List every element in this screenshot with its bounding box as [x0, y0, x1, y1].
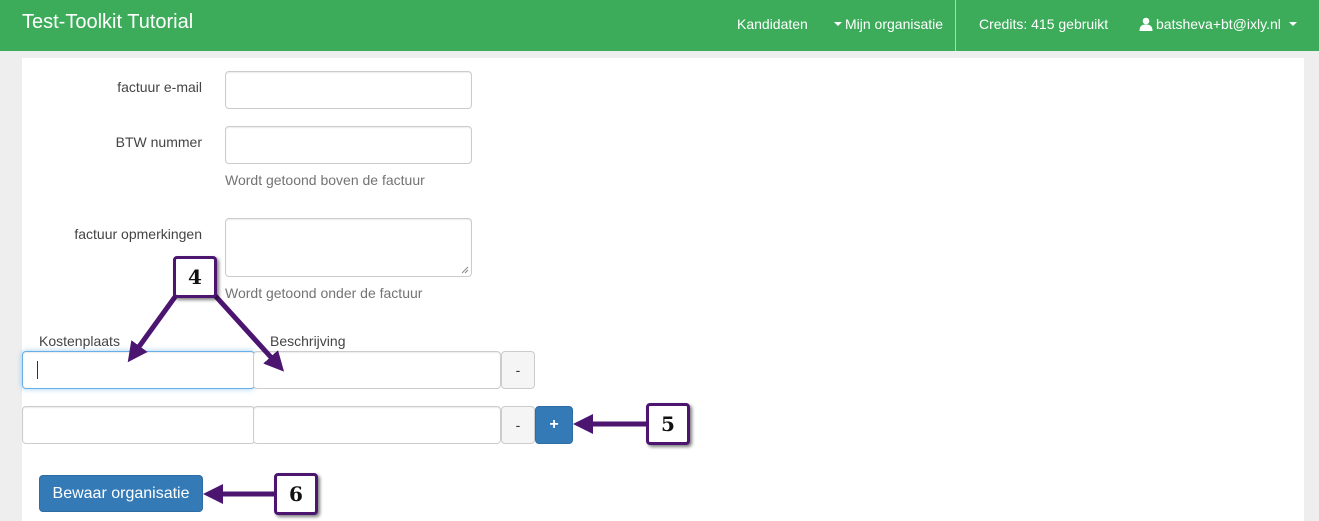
callout-4-badge: 4 — [173, 256, 217, 298]
arrow-to-beschrijving — [207, 287, 285, 372]
arrow-to-kostenplaats — [127, 287, 183, 363]
callout-6-badge: 6 — [274, 473, 318, 515]
callout-5-badge: 5 — [646, 403, 690, 445]
